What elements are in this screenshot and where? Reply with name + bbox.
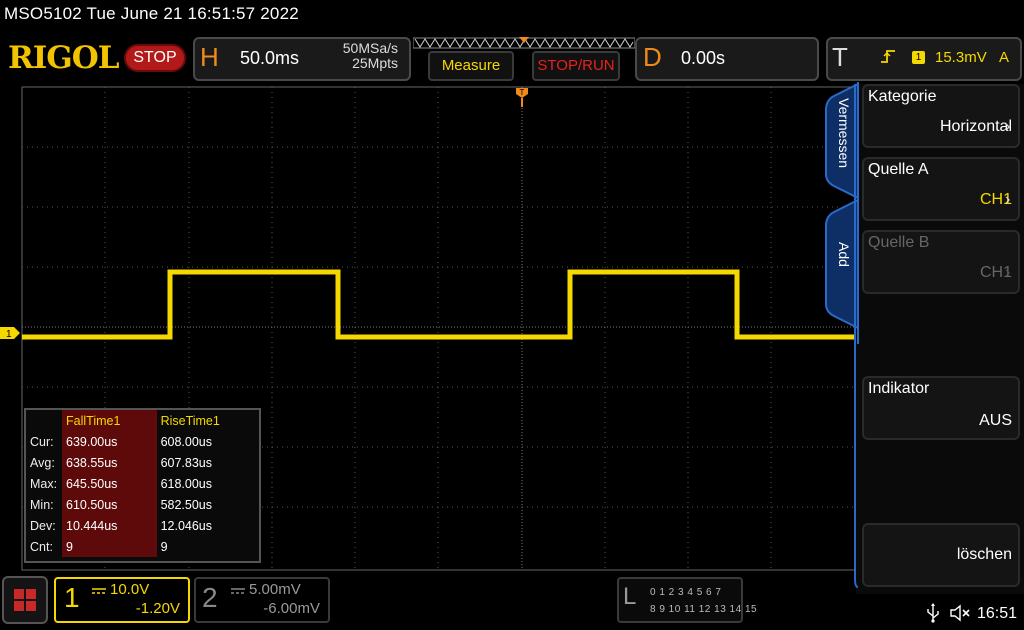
horizontal-label: H: [200, 42, 219, 72]
measurement-row: Cur: 639.00us 608.00us: [26, 431, 259, 452]
delay-settings-box[interactable]: [635, 37, 819, 81]
window-title: MSO5102 Tue June 21 16:51:57 2022: [4, 4, 299, 23]
main-menu-button[interactable]: [2, 576, 48, 624]
indicator-value: AUS: [979, 412, 1012, 429]
usb-icon: [927, 603, 939, 623]
channel1-scale: 10.0V: [110, 581, 150, 598]
chevron-right-icon: ›: [1005, 118, 1011, 135]
chevron-right-icon: ›: [1005, 191, 1011, 208]
sample-rate-info: 50MSa/s 25Mpts: [300, 41, 398, 71]
logic-channels-row1: 0 1 2 3 4 5 6 7: [650, 587, 722, 598]
trigger-position-marker[interactable]: T: [516, 88, 528, 107]
memory-depth: 25Mpts: [352, 55, 398, 71]
channel2-scale: 5.00mV: [249, 581, 301, 598]
channel2-offset: -6.00mV: [263, 600, 320, 617]
category-value: Horizontal: [939, 118, 1012, 135]
channel1-number: 1: [64, 582, 80, 613]
header-rise-time: RiseTime1: [160, 413, 220, 428]
tab-measure[interactable]: Vermessen: [836, 98, 852, 168]
header-fall-time: FallTime1: [62, 410, 157, 431]
trigger-label: T: [832, 42, 848, 72]
trigger-level: 15.3mV: [935, 49, 987, 66]
acquisition-status-badge: STOP: [124, 44, 186, 72]
measure-button[interactable]: Measure: [428, 51, 514, 81]
dc-coupling-icon: [92, 588, 106, 594]
timebase-value: 50.0ms: [240, 48, 300, 68]
channel2-number: 2: [202, 582, 218, 613]
tab-add[interactable]: Add: [836, 242, 852, 267]
source-a-value: CH1: [979, 191, 1012, 208]
rising-edge-icon: [881, 50, 895, 63]
measurement-row: Avg: 638.55us 607.83us: [26, 452, 259, 473]
menu-grid-icon: [14, 589, 36, 611]
measurement-row: Cnt: 9 9: [26, 536, 259, 557]
svg-text:T: T: [520, 88, 525, 97]
chevron-right-icon: ›: [1005, 264, 1011, 281]
logic-analyzer-label: L: [623, 583, 637, 610]
clear-label: löschen: [956, 546, 1012, 563]
measurement-header-row: FallTime1 RiseTime1: [26, 410, 259, 431]
stop-run-button[interactable]: STOP/RUN: [532, 51, 620, 81]
delay-value: 0.00s: [681, 48, 726, 68]
measurement-row: Min: 610.50us 582.50us: [26, 494, 259, 515]
delay-label: D: [643, 42, 662, 72]
channel1-offset: -1.20V: [135, 600, 180, 617]
logic-channels-row2: 8 9 10 11 12 13 14 15: [650, 604, 758, 615]
dc-coupling-icon: [231, 588, 245, 594]
trigger-source-chip: 1: [912, 51, 925, 64]
side-menu-border: [854, 84, 858, 588]
source-a-label: Quelle A: [868, 161, 929, 178]
measurement-row: Dev: 10.444us 12.046us: [26, 515, 259, 536]
system-clock: 16:51: [977, 605, 1018, 622]
sample-rate: 50MSa/s: [342, 40, 398, 56]
category-label: Kategorie: [868, 88, 937, 105]
ch1-marker-label: 1: [6, 329, 12, 340]
trigger-mode: A: [999, 49, 1010, 66]
speaker-muted-icon[interactable]: [950, 604, 972, 622]
measurement-table: FallTime1 RiseTime1 Cur: 639.00us 608.00…: [24, 408, 261, 563]
indicator-label: Indikator: [868, 380, 930, 397]
source-b-value: CH1: [979, 264, 1012, 281]
source-b-label: Quelle B: [868, 234, 930, 251]
memory-position-strip: [413, 37, 635, 49]
measurement-row: Max: 645.50us 618.00us: [26, 473, 259, 494]
rigol-logo: RIGOL: [8, 40, 120, 76]
